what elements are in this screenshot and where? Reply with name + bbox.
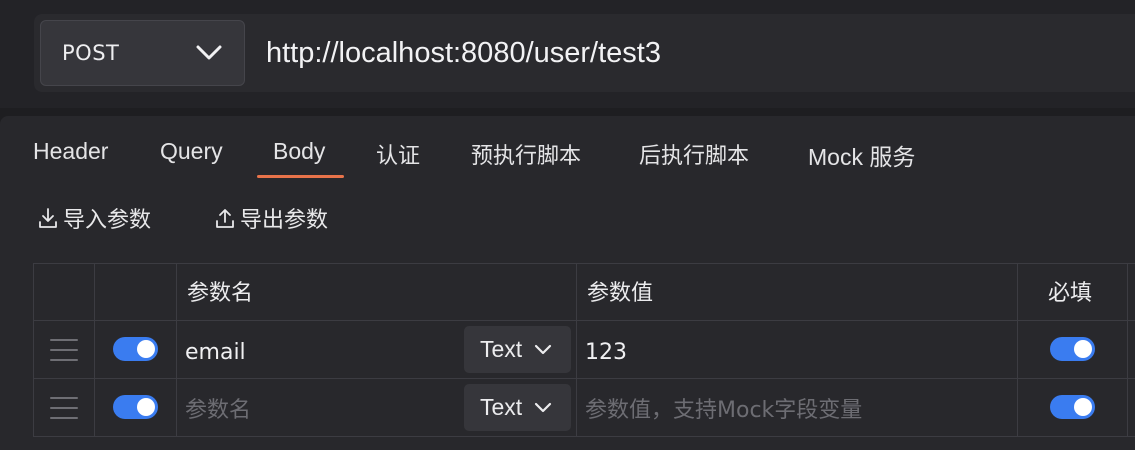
tab-mock-service[interactable]: Mock 服务	[808, 138, 915, 172]
header-cell-required: 必填	[1018, 264, 1128, 321]
param-actions: 导入参数 导出参数	[0, 202, 600, 238]
param-value-input[interactable]	[585, 393, 1015, 427]
row-handle-cell	[34, 321, 95, 379]
header-cell-toggle	[95, 264, 177, 321]
required-toggle[interactable]	[1050, 337, 1095, 361]
method-select[interactable]: POST	[40, 20, 245, 86]
header-required: 必填	[1048, 281, 1093, 306]
table-row: Text	[34, 321, 1135, 379]
tab-header[interactable]: Header	[33, 138, 108, 165]
url-bar: POST	[0, 0, 1135, 108]
request-panel: Header Query Body 认证 预执行脚本 后执行脚本 Mock 服务…	[0, 116, 1135, 450]
header-cell-value: 参数值	[577, 264, 1018, 321]
tab-pre-script[interactable]: 预执行脚本	[471, 138, 581, 170]
tab-query[interactable]: Query	[160, 138, 223, 165]
params-table: 参数名 参数值 必填 email Text 123 参数名 Text 参数值，支…	[33, 263, 1135, 437]
param-value-input[interactable]	[585, 335, 1015, 369]
method-label: POST	[62, 41, 120, 65]
tab-body[interactable]: Body	[273, 138, 325, 165]
row-name-cell: Text	[177, 379, 577, 437]
row-required-cell	[1018, 379, 1128, 437]
header-cell-handle	[34, 264, 95, 321]
param-name-input[interactable]	[185, 335, 455, 369]
param-type-label: Text	[480, 336, 523, 362]
header-param-name: 参数名	[187, 281, 254, 306]
tab-auth[interactable]: 认证	[376, 138, 420, 170]
header-cell-extra	[1128, 264, 1135, 321]
row-handle-cell	[34, 379, 95, 437]
table-header-row: 参数名 参数值 必填	[34, 264, 1135, 321]
row-enable-toggle[interactable]	[113, 395, 158, 419]
row-enable-toggle[interactable]	[113, 337, 158, 361]
tab-post-script[interactable]: 后执行脚本	[639, 138, 749, 170]
table-row: Text	[34, 379, 1135, 437]
param-type-label: Text	[480, 394, 523, 420]
chevron-down-icon	[535, 344, 552, 355]
url-input[interactable]	[266, 28, 1126, 78]
export-params-button[interactable]: 导出参数	[214, 202, 328, 234]
row-extra-cell	[1128, 379, 1135, 437]
required-toggle[interactable]	[1050, 395, 1095, 419]
active-tab-indicator	[257, 175, 344, 178]
param-type-select[interactable]: Text	[464, 326, 571, 373]
row-extra-cell	[1128, 321, 1135, 379]
header-cell-name: 参数名	[177, 264, 577, 321]
api-request-editor: POST Header Query Body 认证 预执行脚本 后执行脚本 Mo…	[0, 0, 1135, 450]
row-value-cell	[577, 379, 1018, 437]
row-required-cell	[1018, 321, 1128, 379]
import-params-label: 导入参数	[63, 208, 152, 233]
download-icon	[39, 208, 57, 228]
row-enable-cell	[95, 321, 177, 379]
drag-handle-icon[interactable]	[50, 339, 78, 361]
row-value-cell	[577, 321, 1018, 379]
export-params-label: 导出参数	[240, 208, 329, 233]
row-name-cell: Text	[177, 321, 577, 379]
upload-icon	[216, 209, 234, 228]
row-enable-cell	[95, 379, 177, 437]
import-params-button[interactable]: 导入参数	[37, 202, 151, 234]
chevron-down-icon	[535, 402, 552, 413]
chevron-down-icon	[196, 45, 222, 60]
header-param-value: 参数值	[587, 281, 654, 306]
param-name-input[interactable]	[185, 393, 455, 427]
tab-bar: Header Query Body 认证 预执行脚本 后执行脚本 Mock 服务	[0, 116, 1135, 180]
drag-handle-icon[interactable]	[50, 397, 78, 419]
param-type-select[interactable]: Text	[464, 384, 571, 431]
